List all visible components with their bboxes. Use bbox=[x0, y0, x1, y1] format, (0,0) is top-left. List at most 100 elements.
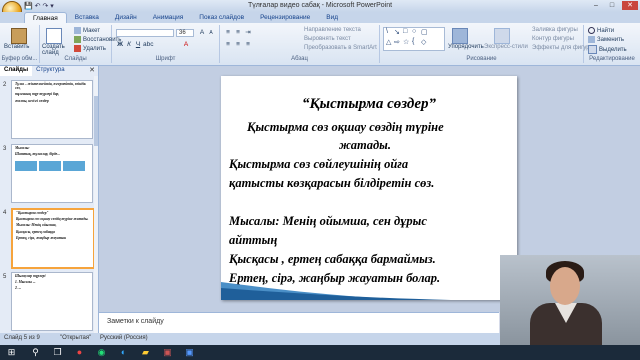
ribbon-tabs: Главная Вставка Дизайн Анимация Показ сл… bbox=[0, 12, 640, 25]
slide-body-line[interactable]: Қыстырма сөз оқшау сөздің түріне bbox=[247, 120, 511, 135]
thumb-boxes bbox=[12, 157, 92, 175]
reset-icon bbox=[74, 36, 81, 43]
bold-icon[interactable]: Ж bbox=[116, 41, 124, 49]
slide-body-line[interactable]: Мысалы: Менің ойымша, сен дұрыс bbox=[229, 214, 511, 229]
task-view-icon[interactable]: ❐ bbox=[52, 347, 63, 358]
paste-button[interactable]: Вставить bbox=[4, 44, 29, 50]
thumb-box bbox=[15, 161, 37, 172]
close-icon[interactable]: ✕ bbox=[89, 66, 95, 76]
underline-icon[interactable]: Ч bbox=[134, 41, 142, 49]
italic-icon[interactable]: К bbox=[125, 41, 133, 49]
taskbar: ⊞ ⚲ ❐ ● ◉ ◐ ▰ ▣ ▣ bbox=[0, 345, 640, 360]
chrome-icon[interactable]: ◉ bbox=[96, 347, 107, 358]
oval-shape-icon[interactable]: ○ bbox=[412, 28, 416, 35]
slide-body-line[interactable]: жатады. bbox=[339, 138, 511, 153]
slide-thumbnail-selected[interactable]: "Қыстырма сөздер" Қыстырма сөз оқшау сөз… bbox=[11, 208, 95, 269]
callout-shape-icon[interactable]: ◇ bbox=[421, 38, 426, 46]
editing-group: Найти Заменить Выделить Редактирование bbox=[584, 25, 640, 63]
slide-number: 3 bbox=[3, 146, 7, 152]
slide-body-line[interactable]: Қыстырма сөз сөйлеушінің ойға bbox=[229, 157, 511, 172]
slide-number: 2 bbox=[3, 82, 7, 88]
close-icon[interactable]: ✕ bbox=[622, 1, 638, 10]
brace-shape-icon[interactable]: { bbox=[412, 38, 414, 45]
clipboard-group: Вставить Буфер обм... bbox=[0, 25, 40, 63]
rectangle-shape-icon[interactable]: □ bbox=[403, 28, 407, 35]
scroll-thumb[interactable] bbox=[94, 96, 98, 146]
layout-label: Макет bbox=[83, 28, 100, 35]
grow-font-icon[interactable]: A bbox=[198, 29, 206, 37]
slide-body-line[interactable]: қатысты көзқарасын білдіретін сөз. bbox=[229, 176, 511, 191]
rounded-rect-shape-icon[interactable]: ▢ bbox=[421, 28, 428, 36]
minimize-icon[interactable]: – bbox=[590, 1, 602, 10]
layout-button[interactable]: Макет bbox=[74, 27, 100, 34]
thumb-text: жалпы, негізгі сөздер bbox=[15, 98, 49, 103]
bullets-icon[interactable]: ≡ bbox=[224, 29, 232, 37]
replace-icon bbox=[588, 36, 595, 43]
slide-body-line[interactable]: айттың bbox=[229, 233, 511, 248]
right-arrow-shape-icon[interactable]: ⇨ bbox=[394, 38, 400, 46]
delete-label: Удалить bbox=[83, 46, 106, 53]
shrink-font-icon[interactable]: A bbox=[207, 29, 215, 37]
windows-start-icon[interactable]: ⊞ bbox=[6, 347, 17, 358]
shapes-gallery[interactable]: \ ↘ □ ○ ▢ △ ⇨ ☆ { ◇ bbox=[383, 27, 445, 51]
language-indicator[interactable]: Русский (Россия) bbox=[100, 335, 148, 341]
font-size-combo[interactable]: 36 bbox=[176, 29, 194, 37]
powerpoint-icon[interactable]: ▣ bbox=[162, 347, 173, 358]
delete-slide-button[interactable]: Удалить bbox=[74, 45, 106, 52]
slide-thumbnail[interactable]: Тұлға – жіктелмейтін, өзгермейтін, өзінд… bbox=[11, 80, 93, 139]
tab-slides[interactable]: Слайды bbox=[0, 66, 33, 76]
slides-scrollbar[interactable] bbox=[94, 76, 98, 341]
font-group: 36 A A Ж К Ч abc A Шрифт bbox=[112, 25, 220, 63]
star-shape-icon[interactable]: ☆ bbox=[403, 38, 409, 46]
slide-number: 5 bbox=[3, 274, 7, 280]
arrange-button[interactable]: Упорядочить bbox=[448, 44, 484, 50]
presenter-face bbox=[550, 267, 580, 305]
font-name-combo[interactable] bbox=[116, 29, 174, 37]
replace-button[interactable]: Заменить bbox=[588, 36, 624, 43]
arrow-shape-icon[interactable]: ↘ bbox=[394, 28, 400, 36]
quick-styles-icon[interactable] bbox=[494, 28, 510, 44]
select-icon bbox=[588, 45, 597, 54]
search-icon[interactable]: ⚲ bbox=[30, 347, 41, 358]
new-slide-button[interactable]: Создать слайд bbox=[42, 44, 70, 56]
notes-placeholder: Заметки к слайду bbox=[107, 318, 164, 325]
find-button[interactable]: Найти bbox=[588, 27, 614, 34]
shape-effects-button[interactable]: Эффекты для фигур bbox=[532, 45, 590, 51]
select-button[interactable]: Выделить bbox=[588, 45, 627, 54]
folder-icon[interactable]: ▰ bbox=[140, 347, 151, 358]
thumb-text: Тұлға – жіктелмейтін, өзгермейтін, өзінд… bbox=[15, 82, 86, 91]
window-title: Түлғалар видео сабақ - Microsoft PowerPo… bbox=[247, 2, 393, 9]
tab-outline[interactable]: Структура bbox=[32, 66, 68, 76]
font-color-icon[interactable]: A bbox=[182, 41, 190, 49]
slide-thumbnail[interactable]: Мысалы: Шаттық, тұлғалар, бірде... bbox=[11, 144, 93, 203]
arrange-icon[interactable] bbox=[452, 28, 468, 44]
triangle-shape-icon[interactable]: △ bbox=[386, 38, 391, 46]
shape-outline-button[interactable]: Контур фигуры bbox=[532, 36, 574, 42]
maximize-icon[interactable]: □ bbox=[606, 1, 618, 10]
notes-pane[interactable]: Заметки к слайду bbox=[99, 312, 499, 333]
numbering-icon[interactable]: ≡ bbox=[234, 29, 242, 37]
strikethrough-icon[interactable]: abc bbox=[143, 41, 153, 49]
slide-title[interactable]: “Қыстырма сөздер” bbox=[221, 96, 517, 113]
quick-access-toolbar[interactable]: 💾 ↶ ↷ ▾ bbox=[24, 2, 54, 10]
opera-icon[interactable]: ● bbox=[74, 347, 85, 358]
line-shape-icon[interactable]: \ bbox=[386, 28, 388, 35]
shape-fill-button[interactable]: Заливка фигуры bbox=[532, 27, 578, 33]
new-slide-icon[interactable] bbox=[46, 28, 62, 44]
edge-icon[interactable]: ◐ bbox=[118, 347, 129, 358]
align-left-icon[interactable]: ≡ bbox=[224, 41, 232, 49]
text-direction-button[interactable]: Направление текста bbox=[304, 27, 361, 33]
slide-thumbnail[interactable]: Шылаулар түрлері 1. Мысалы ... 2. ... bbox=[11, 272, 93, 331]
title-bar: Түлғалар видео сабақ - Microsoft PowerPo… bbox=[0, 0, 640, 12]
align-right-icon[interactable]: ≡ bbox=[244, 41, 252, 49]
quick-styles-button[interactable]: Экспресс-стили bbox=[484, 44, 528, 50]
current-slide[interactable]: “Қыстырма сөздер” Қыстырма сөз оқшау сөз… bbox=[221, 76, 517, 300]
word-icon[interactable]: ▣ bbox=[184, 347, 195, 358]
slides-pane: Слайды Структура ✕ 2 Тұлға – жіктелмейті… bbox=[0, 66, 99, 345]
smartart-button[interactable]: Преобразовать в SmartArt bbox=[304, 45, 377, 51]
clipboard-label: Буфер обм... bbox=[1, 56, 38, 62]
align-center-icon[interactable]: ≡ bbox=[234, 41, 242, 49]
indent-icon[interactable]: ⇥ bbox=[244, 29, 252, 37]
paste-icon[interactable] bbox=[11, 28, 27, 44]
align-text-button[interactable]: Выровнять текст bbox=[304, 36, 351, 42]
